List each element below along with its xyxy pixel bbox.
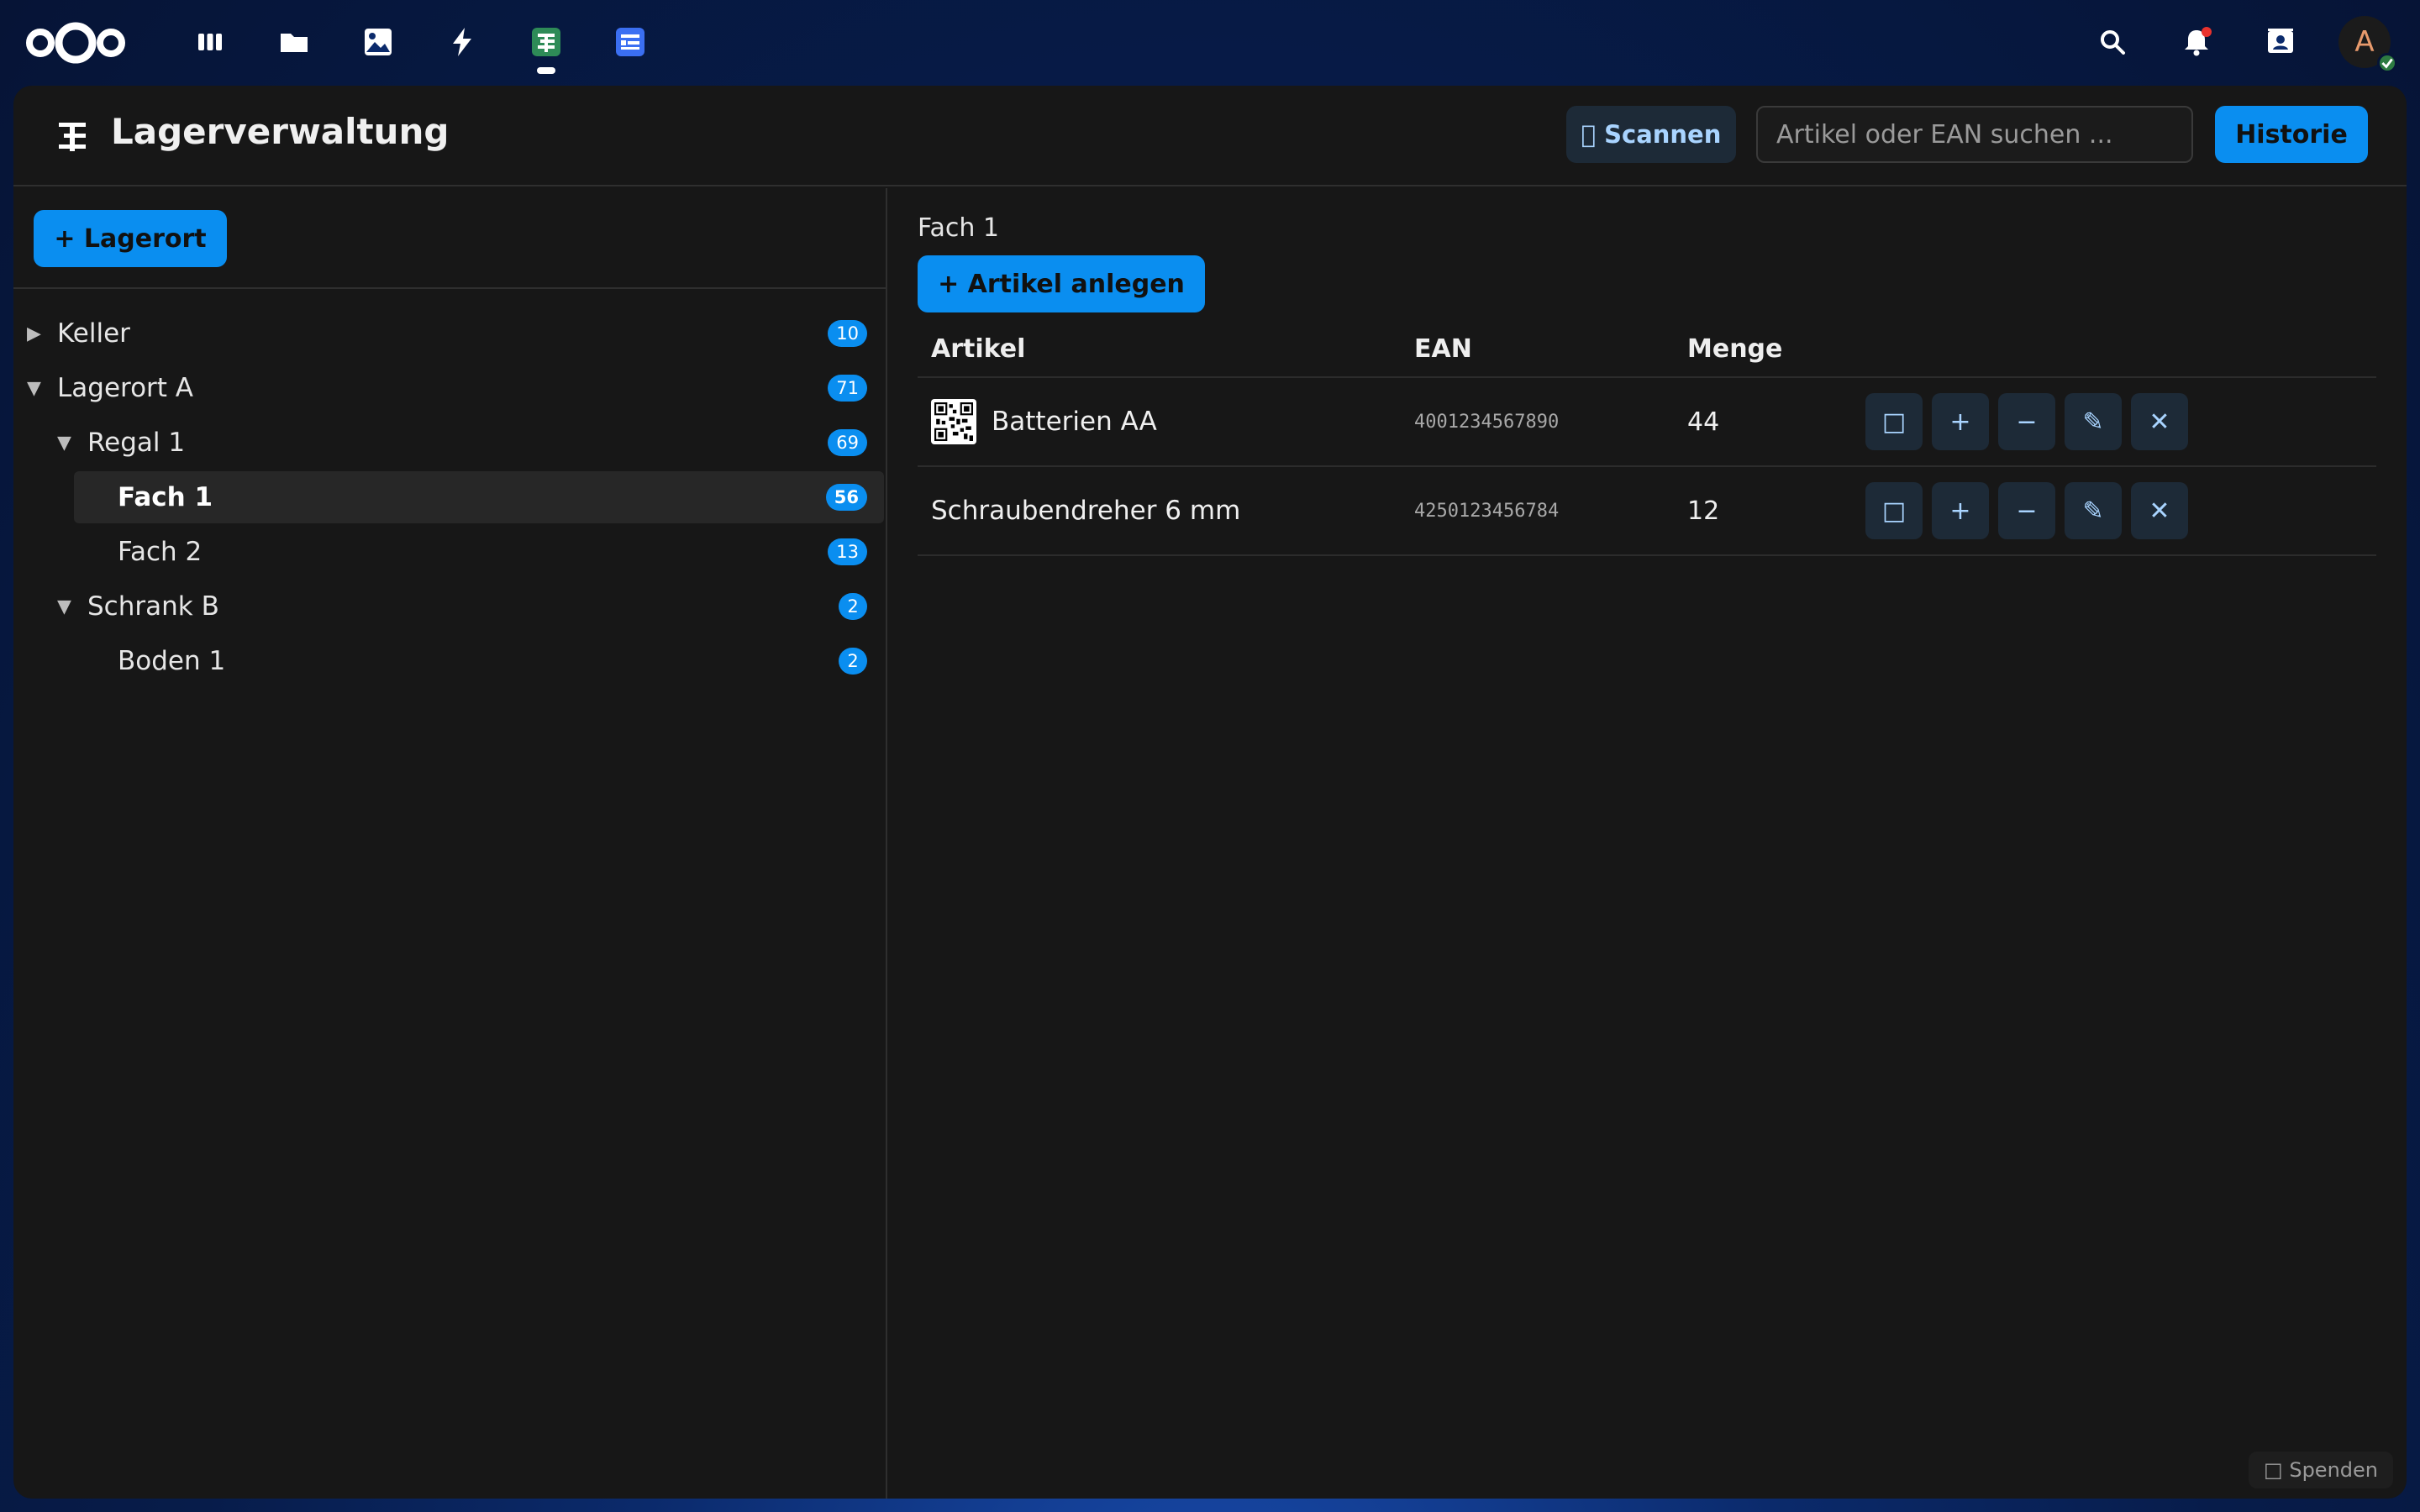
edit-article-button[interactable]: ✎ — [2065, 393, 2122, 450]
decrease-quantity-button[interactable]: − — [1998, 393, 2055, 450]
ean-value: 4001234567890 — [1414, 411, 1560, 433]
search-icon[interactable] — [2082, 12, 2143, 72]
online-status-icon — [2377, 53, 2397, 73]
decrease-quantity-button[interactable]: − — [1998, 482, 2055, 539]
caret-down-icon[interactable]: ▼ — [27, 378, 57, 399]
tree-item-label: Keller — [57, 318, 130, 349]
scan-button[interactable]:  Scannen — [1566, 106, 1736, 163]
count-badge: 10 — [828, 320, 867, 347]
column-header-ean: EAN — [1414, 334, 1472, 364]
notifications-icon[interactable] — [2166, 12, 2227, 72]
tree-item-schrank-b[interactable]: ▼ Schrank B 2 — [57, 580, 884, 633]
row-actions: □ + − ✎ ✕ — [1865, 482, 2197, 539]
tree-item-lagerort-a[interactable]: ▼ Lagerort A 71 — [27, 362, 884, 414]
page-title: Lagerverwaltung — [111, 111, 450, 152]
tree-item-label: Fach 1 — [118, 482, 213, 512]
tree-item-regal-1[interactable]: ▼ Regal 1 69 — [57, 417, 884, 469]
tree-item-fach-2[interactable]: Fach 2 13 — [74, 526, 884, 578]
app-window: Lagerverwaltung  Scannen Historie + Lag… — [13, 86, 2407, 1499]
row-actions: □ + − ✎ ✕ — [1865, 393, 2197, 450]
search-input[interactable] — [1756, 106, 2193, 163]
top-navigation-bar: A — [0, 0, 2420, 84]
inventory-app-icon[interactable] — [521, 17, 571, 74]
delete-article-button[interactable]: ✕ — [2131, 393, 2188, 450]
dashboard-icon[interactable] — [185, 17, 235, 67]
count-badge: 69 — [828, 429, 867, 456]
header-right-actions: A — [2059, 12, 2397, 73]
table-row: Batterien AA 4001234567890 44 □ + − ✎ ✕ — [918, 378, 2376, 467]
caret-down-icon[interactable]: ▼ — [57, 433, 87, 454]
qr-code-icon — [931, 399, 976, 444]
app-header: Lagerverwaltung  Scannen Historie — [13, 86, 2407, 186]
activity-icon[interactable] — [437, 17, 487, 67]
quantity-value: 12 — [1687, 496, 1720, 526]
main-content: Fach 1 + Artikel anlegen Artikel EAN Men… — [889, 188, 2407, 1499]
history-button[interactable]: Historie — [2215, 106, 2368, 163]
column-header-article: Artikel — [931, 334, 1026, 364]
article-name: Batterien AA — [992, 407, 1157, 437]
avatar[interactable]: A — [2338, 16, 2397, 73]
tree-item-keller[interactable]: ▶ Keller 10 — [27, 307, 884, 360]
article-table: Artikel EAN Menge Batterien AA 400123456… — [918, 321, 2376, 556]
delete-article-button[interactable]: ✕ — [2131, 482, 2188, 539]
count-badge: 2 — [839, 593, 867, 620]
tree-item-label: Boden 1 — [118, 646, 226, 676]
table-row: Schraubendreher 6 mm 4250123456784 12 □ … — [918, 467, 2376, 556]
tree-item-boden-1[interactable]: Boden 1 2 — [74, 635, 884, 687]
caret-down-icon[interactable]: ▼ — [57, 596, 87, 617]
avatar-letter: A — [2354, 25, 2375, 59]
sidebar-divider — [13, 287, 887, 289]
tree-item-label: Schrank B — [87, 591, 219, 622]
increase-quantity-button[interactable]: + — [1932, 482, 1989, 539]
article-cell: Batterien AA — [931, 378, 1157, 465]
tree-item-label: Regal 1 — [87, 428, 186, 458]
tree-item-fach-1[interactable]: Fach 1 56 — [74, 471, 884, 523]
notification-indicator — [2202, 27, 2212, 37]
qr-code-button[interactable]: □ — [1865, 393, 1923, 450]
add-article-button[interactable]: + Artikel anlegen — [918, 255, 1205, 312]
files-icon[interactable] — [269, 17, 319, 67]
quantity-value: 44 — [1687, 407, 1720, 437]
location-sidebar: + Lagerort ▶ Keller 10 ▼ Lagerort A 71 ▼… — [13, 188, 887, 1499]
tree-item-label: Lagerort A — [57, 373, 194, 403]
breadcrumb: Fach 1 — [918, 213, 1000, 243]
caret-right-icon[interactable]: ▶ — [27, 323, 57, 344]
nextcloud-logo[interactable] — [24, 18, 128, 67]
contacts-icon[interactable] — [2250, 12, 2311, 72]
count-badge: 2 — [839, 648, 867, 675]
photos-icon[interactable] — [353, 17, 403, 67]
user-menu[interactable]: A — [2334, 12, 2397, 73]
ean-value: 4250123456784 — [1414, 500, 1560, 522]
count-badge: 71 — [828, 375, 867, 402]
table-header: Artikel EAN Menge — [918, 321, 2376, 378]
column-header-quantity: Menge — [1687, 334, 1783, 364]
qr-code-button[interactable]: □ — [1865, 482, 1923, 539]
forms-icon[interactable] — [605, 17, 655, 67]
edit-article-button[interactable]: ✎ — [2065, 482, 2122, 539]
article-cell: Schraubendreher 6 mm — [931, 467, 1240, 554]
count-badge: 13 — [828, 538, 867, 565]
increase-quantity-button[interactable]: + — [1932, 393, 1989, 450]
article-name: Schraubendreher 6 mm — [931, 496, 1241, 526]
app-launcher — [185, 17, 689, 74]
donate-button[interactable]: □ Spenden — [2249, 1452, 2393, 1488]
count-badge: 56 — [825, 484, 867, 511]
inventory-logo-icon — [59, 123, 86, 151]
add-location-button[interactable]: + Lagerort — [34, 210, 227, 267]
tree-item-label: Fach 2 — [118, 537, 203, 567]
